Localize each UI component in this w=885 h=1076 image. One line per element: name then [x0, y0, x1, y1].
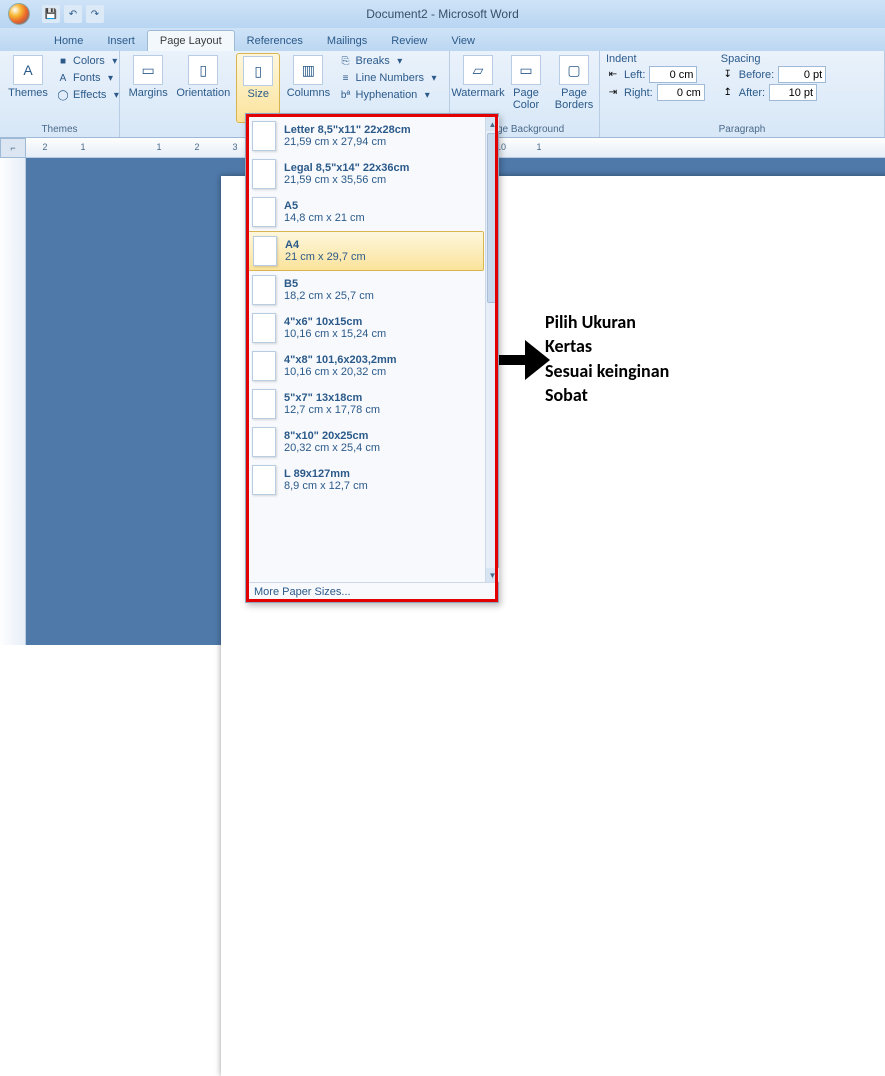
tab-insert[interactable]: Insert [95, 31, 147, 51]
orientation-button[interactable]: ▯Orientation [174, 53, 232, 123]
page-borders-button[interactable]: ▢Page Borders [552, 53, 596, 123]
size-option-0[interactable]: Letter 8,5"x11" 22x28cm21,59 cm x 27,94 … [246, 117, 484, 155]
office-button[interactable] [0, 0, 38, 28]
office-orb-icon [8, 3, 30, 25]
effects-icon: ◯ [56, 88, 70, 102]
line-numbers-button[interactable]: ≡Line Numbers▾ [337, 70, 443, 86]
hyphenation-button[interactable]: bªHyphenation▾ [337, 87, 443, 103]
columns-icon: ▥ [293, 55, 323, 85]
page-color-icon: ▭ [511, 55, 541, 85]
size-dropdown-menu: Letter 8,5"x11" 22x28cm21,59 cm x 27,94 … [245, 113, 499, 603]
scroll-thumb[interactable] [487, 133, 498, 303]
indent-right-icon: ⇥ [606, 86, 620, 100]
hyphenation-icon: bª [339, 88, 353, 102]
dropdown-icon: ▾ [104, 71, 118, 85]
qat-undo-icon[interactable]: ↶ [64, 5, 82, 23]
size-option-2[interactable]: A514,8 cm x 21 cm [246, 193, 484, 231]
margins-button[interactable]: ▭Margins [126, 53, 170, 123]
tab-review[interactable]: Review [379, 31, 439, 51]
tab-view[interactable]: View [439, 31, 487, 51]
themes-button[interactable]: A Themes [6, 53, 50, 123]
colors-icon: ■ [56, 54, 70, 68]
page-thumb-icon [252, 159, 276, 189]
size-option-9[interactable]: L 89x127mm8,9 cm x 12,7 cm [246, 461, 484, 499]
group-paragraph: Indent ⇤Left:0 cm ⇥Right:0 cm Spacing ↧B… [600, 51, 885, 137]
annotation-text: Pilih Ukuran Kertas Sesuai keinginan Sob… [545, 310, 669, 407]
themes-label: Themes [8, 87, 48, 99]
scroll-down-icon[interactable]: ▼ [486, 568, 499, 582]
tab-mailings[interactable]: Mailings [315, 31, 379, 51]
dropdown-icon: ▾ [427, 71, 441, 85]
size-option-5[interactable]: 4"x6" 10x15cm10,16 cm x 15,24 cm [246, 309, 484, 347]
dropdown-icon: ▾ [420, 88, 434, 102]
group-themes: A Themes ■Colors▾ AFonts▾ ◯Effects▾ Them… [0, 51, 120, 137]
window-title: Document2 - Microsoft Word [366, 7, 519, 21]
indent-heading: Indent [606, 53, 705, 65]
margins-icon: ▭ [133, 55, 163, 85]
more-paper-sizes[interactable]: More Paper Sizes... [246, 582, 498, 602]
group-label-themes: Themes [6, 123, 113, 137]
size-list: Letter 8,5"x11" 22x28cm21,59 cm x 27,94 … [246, 117, 484, 582]
themes-icon: A [13, 55, 43, 85]
effects-button[interactable]: ◯Effects▾ [54, 87, 125, 103]
page-borders-icon: ▢ [559, 55, 589, 85]
fonts-icon: A [56, 71, 70, 85]
ruler-corner: ⌐ [0, 138, 26, 158]
page-thumb-icon [252, 197, 276, 227]
page-thumb-icon [252, 465, 276, 495]
spacing-heading: Spacing [721, 53, 826, 65]
spacing-before-input[interactable]: 0 pt [778, 66, 826, 83]
spacing-before-icon: ↧ [721, 68, 735, 82]
group-label-paragraph: Paragraph [606, 123, 878, 137]
page-thumb-icon [252, 275, 276, 305]
page-thumb-icon [252, 351, 276, 381]
page-thumb-icon [252, 313, 276, 343]
tab-references[interactable]: References [235, 31, 315, 51]
qat-save-icon[interactable]: 💾 [42, 5, 60, 23]
size-scrollbar[interactable]: ▲ ▼ [485, 117, 498, 582]
tab-page-layout[interactable]: Page Layout [147, 30, 235, 51]
indent-left-icon: ⇤ [606, 68, 620, 82]
spacing-after-input[interactable]: 10 pt [769, 84, 817, 101]
vertical-ruler[interactable] [0, 158, 26, 645]
page-thumb-icon [252, 389, 276, 419]
scroll-up-icon[interactable]: ▲ [486, 117, 499, 131]
breaks-button[interactable]: ⎘Breaks▾ [337, 53, 443, 69]
size-option-6[interactable]: 4"x8" 101,6x203,2mm10,16 cm x 20,32 cm [246, 347, 484, 385]
size-option-4[interactable]: B518,2 cm x 25,7 cm [246, 271, 484, 309]
indent-right-input[interactable]: 0 cm [657, 84, 705, 101]
tab-home[interactable]: Home [42, 31, 95, 51]
page-thumb-icon [252, 427, 276, 457]
colors-button[interactable]: ■Colors▾ [54, 53, 125, 69]
fonts-button[interactable]: AFonts▾ [54, 70, 125, 86]
indent-left-input[interactable]: 0 cm [649, 66, 697, 83]
page-thumb-icon [252, 121, 276, 151]
size-option-8[interactable]: 8"x10" 20x25cm20,32 cm x 25,4 cm [246, 423, 484, 461]
size-option-3[interactable]: A421 cm x 29,7 cm [246, 231, 484, 271]
size-icon: ▯ [243, 56, 273, 86]
page-color-button[interactable]: ▭Page Color [504, 53, 548, 123]
spacing-after-icon: ↥ [721, 86, 735, 100]
qat-redo-icon[interactable]: ↷ [86, 5, 104, 23]
line-numbers-icon: ≡ [339, 71, 353, 85]
dropdown-icon: ▾ [393, 54, 407, 68]
page-thumb-icon [253, 236, 277, 266]
breaks-icon: ⎘ [339, 54, 353, 68]
annotation-arrow-icon [495, 335, 550, 385]
size-option-7[interactable]: 5"x7" 13x18cm12,7 cm x 17,78 cm [246, 385, 484, 423]
quick-access-toolbar: 💾 ↶ ↷ [42, 5, 104, 23]
orientation-icon: ▯ [188, 55, 218, 85]
title-bar: 💾 ↶ ↷ Document2 - Microsoft Word [0, 0, 885, 28]
watermark-icon: ▱ [463, 55, 493, 85]
ribbon-tabs: Home Insert Page Layout References Maili… [0, 28, 885, 51]
size-option-1[interactable]: Legal 8,5"x14" 22x36cm21,59 cm x 35,56 c… [246, 155, 484, 193]
